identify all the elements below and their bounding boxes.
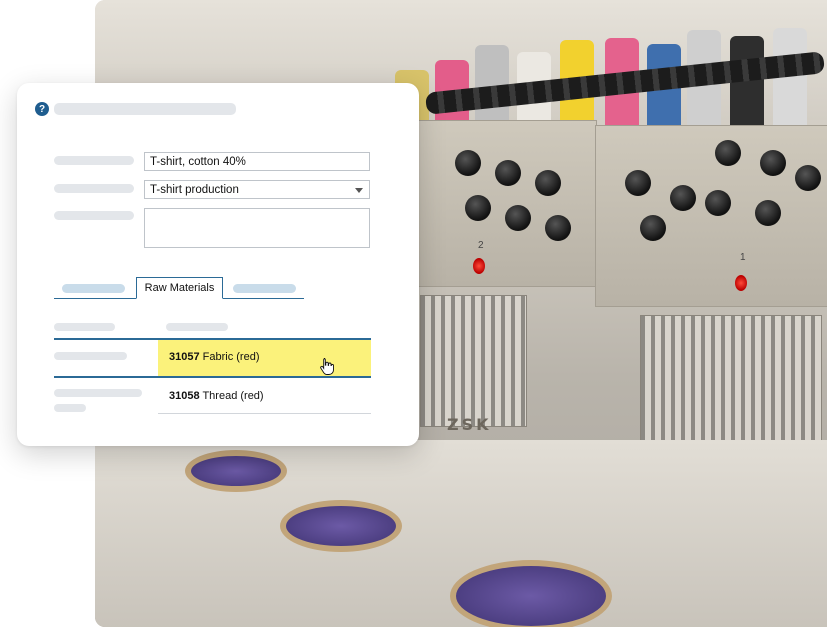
row-divider-1 <box>54 376 371 378</box>
indicator-light-2 <box>473 258 485 274</box>
hoop-3 <box>185 450 287 492</box>
material-name: Fabric (red) <box>202 351 260 363</box>
dropdown-caret-icon <box>355 188 363 193</box>
help-icon[interactable]: ? <box>35 102 49 116</box>
row-2-label-placeholder-b <box>54 404 86 412</box>
column-header-placeholder-2 <box>166 323 228 331</box>
card-title-placeholder <box>54 103 236 115</box>
category-select-value: T-shirt production <box>150 184 239 196</box>
machine-head-left <box>415 120 597 287</box>
row-2-label-placeholder-a <box>54 389 142 397</box>
material-name: Thread (red) <box>202 390 264 402</box>
name-label-placeholder <box>54 156 134 165</box>
indicator-light-1 <box>735 275 747 291</box>
product-name-field[interactable]: T-shirt, cotton 40% <box>144 152 370 171</box>
row-1-label-placeholder <box>54 352 127 360</box>
tab-raw-materials[interactable]: Raw Materials <box>136 277 223 299</box>
category-select[interactable]: T-shirt production <box>144 180 370 199</box>
material-code: 31057 <box>169 351 200 363</box>
table-row-material-1[interactable]: 31057 Fabric (red) <box>169 351 260 363</box>
needle-bar-left <box>420 295 527 427</box>
column-header-placeholder-1 <box>54 323 115 331</box>
head-number-2: 2 <box>478 240 484 251</box>
notes-label-placeholder <box>54 211 134 220</box>
notes-textarea[interactable] <box>144 208 370 248</box>
brand-label-left: ZSK <box>447 415 492 434</box>
hoop-1 <box>280 500 402 552</box>
hoop-2 <box>450 560 612 627</box>
tab-placeholder-3[interactable] <box>233 284 296 293</box>
tab-placeholder-1[interactable] <box>62 284 125 293</box>
hand-pointer-icon <box>320 358 334 375</box>
head-number-1: 1 <box>740 252 746 263</box>
product-form-card: ? T-shirt, cotton 40% T-shirt production… <box>17 83 419 446</box>
table-row-material-2[interactable]: 31058 Thread (red) <box>169 390 264 402</box>
material-code: 31058 <box>169 390 200 402</box>
machine-head-right <box>595 125 827 307</box>
category-label-placeholder <box>54 184 134 193</box>
row-divider-2 <box>158 413 371 414</box>
